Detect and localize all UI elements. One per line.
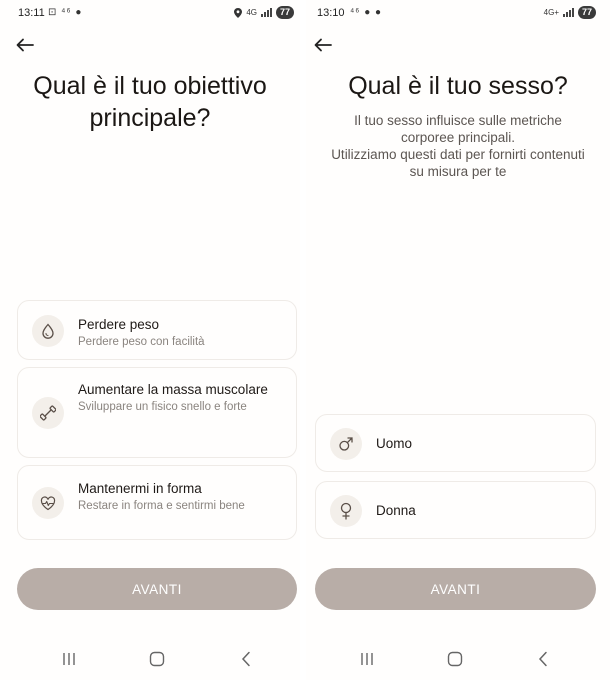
subtitle-line: su misura per te [409, 164, 507, 179]
recent-apps-button[interactable] [57, 648, 81, 670]
subtitle-line: corporee principali. [400, 130, 516, 145]
option-subtitle: Perdere peso con facilità [78, 336, 205, 348]
chevron-left-icon [241, 651, 250, 667]
sex-option-male[interactable]: Uomo [315, 414, 596, 472]
option-label: Donna [376, 503, 416, 518]
male-symbol-icon [330, 428, 362, 460]
option-label: Uomo [376, 436, 413, 451]
home-icon [149, 651, 165, 667]
sex-screen: 13:10 ⁴⁶ ● ● 4G+ 77 Qual è il tuo sesso?… [306, 0, 610, 680]
home-icon [447, 651, 463, 667]
system-nav-bar [0, 644, 300, 674]
recent-apps-icon [63, 653, 75, 665]
recent-apps-button[interactable] [355, 648, 379, 670]
status-bar: 13:11 ⊡ ⁴⁶ ● 4G 77 [0, 0, 300, 28]
network-type: 4G [246, 8, 257, 17]
subtitle-line: Il tuo sesso influisce sulle metriche [354, 113, 562, 128]
network-type: 4G+ [543, 8, 559, 17]
goal-option-stay-fit[interactable]: Mantenermi in forma Restare in forma e s… [17, 465, 297, 540]
notification-icons: ⁴⁶ ● ● [350, 7, 383, 18]
goal-option-gain-muscle[interactable]: Aumentare la massa muscolare Sviluppare … [17, 367, 297, 458]
page-subtitle: Il tuo sesso influisce sulle metriche co… [306, 112, 610, 180]
notification-icons: ⊡ ⁴⁶ ● [48, 7, 83, 18]
home-button[interactable] [145, 648, 169, 670]
option-title: Mantenermi in forma [78, 481, 202, 496]
female-symbol-icon [330, 495, 362, 527]
page-title: Qual è il tuo obiettivo principale? [33, 72, 267, 132]
continue-button[interactable]: AVANTI [17, 568, 297, 610]
status-bar: 13:10 ⁴⁶ ● ● 4G+ 77 [306, 0, 610, 28]
location-icon [234, 7, 243, 18]
option-subtitle: Sviluppare un fisico snello e forte [78, 401, 247, 413]
status-time: 13:10 [317, 7, 345, 19]
page-title: Qual è il tuo sesso? [348, 72, 568, 100]
continue-button[interactable]: AVANTI [315, 568, 596, 610]
heart-pulse-icon [32, 487, 64, 519]
system-back-button[interactable] [531, 648, 555, 670]
status-indicators: 4G 77 [234, 6, 294, 19]
goal-option-lose-weight[interactable]: Perdere peso Perdere peso con facilità [17, 300, 297, 360]
goal-screen: 13:11 ⊡ ⁴⁶ ● 4G 77 Qual è il tuo obietti… [0, 0, 300, 680]
signal-icon [562, 8, 574, 17]
arrow-left-icon [314, 38, 332, 52]
subtitle-line: Utilizziamo questi dati per fornirti con… [331, 147, 585, 162]
option-title: Perdere peso [78, 317, 160, 332]
signal-icon [260, 8, 272, 17]
status-time: 13:11 [18, 7, 45, 19]
sex-option-female[interactable]: Donna [315, 481, 596, 539]
arrow-left-icon [16, 38, 34, 52]
back-button[interactable] [310, 34, 336, 56]
status-indicators: 4G+ 77 [544, 6, 596, 19]
dumbbell-icon [32, 397, 64, 429]
battery-icon: 77 [275, 6, 294, 19]
system-back-button[interactable] [234, 648, 258, 670]
chevron-left-icon [538, 651, 547, 667]
back-button[interactable] [12, 34, 38, 56]
drop-icon [32, 315, 64, 347]
option-subtitle: Restare in forma e sentirmi bene [78, 500, 245, 512]
system-nav-bar [306, 644, 610, 674]
option-title: Aumentare la massa muscolare [78, 382, 268, 397]
recent-apps-icon [361, 653, 373, 665]
home-button[interactable] [443, 648, 467, 670]
battery-icon: 77 [577, 6, 596, 19]
